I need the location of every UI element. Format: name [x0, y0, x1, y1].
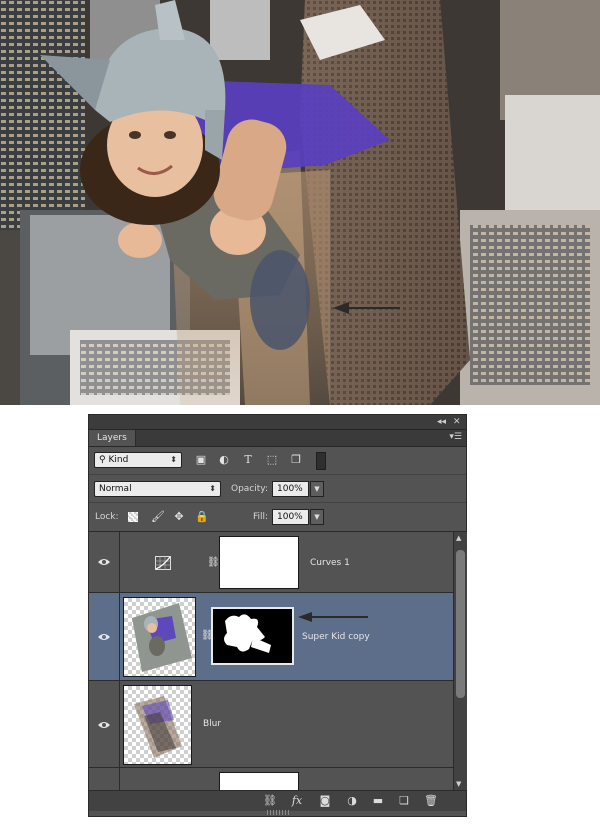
opacity-slider-button[interactable]: ▼	[310, 481, 324, 497]
fx-icon[interactable]: fx	[290, 794, 304, 808]
blur-layer-thumbnail[interactable]	[123, 685, 192, 765]
scroll-up-icon[interactable]: ▲	[456, 534, 461, 542]
city-scene	[0, 0, 600, 405]
fill-input[interactable]: 100%	[272, 509, 309, 525]
super-kid-mask-thumbnail[interactable]	[211, 607, 294, 665]
shape-filter-icon[interactable]: ⬚	[266, 454, 278, 466]
type-filter-icon[interactable]: T	[242, 454, 254, 466]
adjustment-filter-icon[interactable]: ◐	[218, 454, 230, 466]
new-layer-icon[interactable]: ❏	[397, 794, 411, 808]
new-adjustment-icon[interactable]: ◑	[345, 794, 359, 808]
smart-object-filter-icon[interactable]: ❐	[290, 454, 302, 466]
panel-tab-row: Layers ▾☰	[89, 430, 466, 447]
panel-footer: ⛓ fx ◙ ◑ ▬ ❏ 🗑	[89, 790, 466, 811]
lock-label: Lock:	[95, 512, 119, 522]
visibility-cell[interactable]	[89, 768, 120, 790]
panel-titlebar: ◂◂ ✕	[89, 415, 466, 430]
opacity-label: Opacity:	[231, 484, 268, 494]
layers-list: ⛓ Curves 1 ⛓ Super Kid copy Blur	[89, 532, 453, 790]
scroll-down-icon[interactable]: ▼	[456, 780, 461, 788]
close-icon[interactable]: ✕	[453, 416, 461, 428]
super-kid-preview-image	[132, 603, 192, 672]
lock-image-icon[interactable]: 🖌	[151, 511, 165, 523]
layer-name-super-kid-copy[interactable]: Super Kid copy	[302, 631, 370, 643]
layer-name-curves[interactable]: Curves 1	[310, 557, 350, 569]
add-mask-icon[interactable]: ◙	[318, 794, 332, 808]
composite-photo	[0, 0, 600, 405]
blend-row: Normal ⬍ Opacity: 100% ▼	[89, 475, 466, 503]
eye-icon[interactable]	[98, 633, 110, 641]
scrollbar-thumb[interactable]	[456, 550, 465, 698]
mask-link-icon[interactable]: ⛓	[201, 630, 214, 642]
mask-preview-image	[224, 614, 271, 653]
visibility-cell[interactable]	[89, 681, 120, 767]
blend-mode-value: Normal	[99, 484, 132, 494]
kind-label: Kind	[108, 455, 129, 465]
tab-layers[interactable]: Layers	[89, 430, 136, 446]
lock-row: Lock: 🖌 ✥ 🔒 Fill: 100% ▼	[89, 503, 466, 532]
curves-mask-thumbnail[interactable]	[219, 536, 299, 589]
eye-icon[interactable]	[98, 558, 110, 566]
panel-resize-grip[interactable]	[267, 810, 289, 815]
search-icon: ⚲	[99, 455, 106, 465]
kind-dropdown[interactable]: ⚲ Kind ⬍	[94, 452, 182, 468]
lock-transparent-icon[interactable]	[128, 512, 138, 522]
trash-icon[interactable]: 🗑	[424, 794, 438, 808]
layer-row-partial[interactable]	[89, 768, 453, 790]
layer-row-curves[interactable]: ⛓ Curves 1	[89, 532, 453, 593]
new-group-icon[interactable]: ▬	[371, 794, 385, 808]
image-filter-icon[interactable]: ▣	[195, 454, 207, 466]
lock-all-icon[interactable]: 🔒	[195, 511, 209, 523]
dropdown-arrows-icon: ⬍	[209, 484, 216, 493]
filter-row: ⚲ Kind ⬍ ▣ ◐ T ⬚ ❐	[89, 446, 466, 475]
visibility-cell[interactable]	[89, 593, 120, 680]
double-chevron-left-icon[interactable]: ◂◂	[437, 416, 446, 428]
link-layers-icon[interactable]: ⛓	[263, 794, 277, 808]
curves-adjustment-icon	[155, 556, 171, 570]
lock-position-icon[interactable]: ✥	[173, 511, 185, 523]
annotation-arrow-icon	[298, 612, 368, 622]
layer-row-blur[interactable]: Blur	[89, 681, 453, 768]
eye-icon[interactable]	[98, 721, 110, 729]
fill-slider-button[interactable]: ▼	[310, 509, 324, 525]
filter-toggle-icon[interactable]	[316, 452, 326, 470]
blend-mode-dropdown[interactable]: Normal ⬍	[94, 481, 221, 497]
super-kid-layer-thumbnail[interactable]	[123, 597, 196, 677]
layers-scrollbar[interactable]: ▲ ▼	[453, 532, 467, 790]
fill-label: Fill:	[253, 512, 269, 522]
layers-panel: ◂◂ ✕ Layers ▾☰ ⚲ Kind ⬍ ▣ ◐ T ⬚ ❐ Normal…	[88, 414, 467, 817]
partial-layer-thumbnail[interactable]	[219, 772, 299, 790]
layer-row-super-kid-copy[interactable]: ⛓ Super Kid copy	[89, 593, 453, 681]
layer-name-blur[interactable]: Blur	[203, 718, 221, 730]
dropdown-arrows-icon: ⬍	[170, 455, 177, 464]
panel-menu-icon[interactable]: ▾☰	[449, 432, 462, 442]
visibility-cell[interactable]	[89, 532, 120, 592]
blur-preview-image	[134, 696, 182, 758]
opacity-input[interactable]: 100%	[272, 481, 309, 497]
mask-link-icon[interactable]: ⛓	[207, 557, 220, 569]
